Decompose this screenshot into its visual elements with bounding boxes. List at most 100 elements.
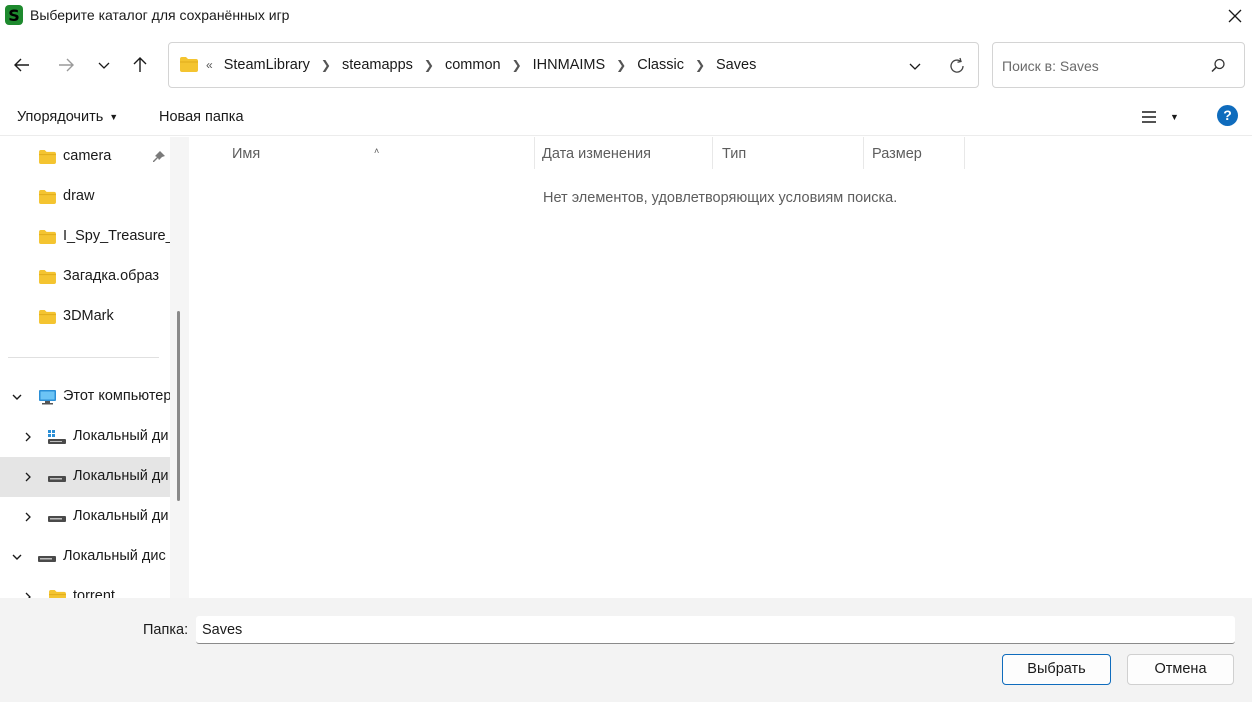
caret-down-icon: ▼ (1170, 112, 1179, 122)
window-title: Выберите каталог для сохранённых игр (30, 7, 290, 23)
column-header-label: Тип (722, 146, 747, 162)
sort-ascending-icon: ˄ (374, 146, 380, 156)
cancel-button[interactable]: Отмена (1127, 654, 1234, 685)
folder-icon (180, 57, 198, 72)
select-folder-button[interactable]: Выбрать (1002, 654, 1111, 685)
list-view-icon (1142, 111, 1156, 123)
sidebar-item-label: Локальный ди (73, 428, 169, 444)
chevron-down-icon[interactable] (10, 390, 24, 404)
chevron-right-icon[interactable] (21, 470, 35, 484)
folder-icon (39, 309, 56, 325)
command-bar: Упорядочить ▼ Новая папка ▼ ? (0, 98, 1252, 136)
sidebar-item-drive-expanded[interactable]: Локальный дис (0, 537, 170, 577)
drive-icon (48, 516, 66, 522)
sidebar-item-label: torrent (73, 588, 115, 598)
sidebar-item-label: Загадка.образ (63, 268, 160, 284)
column-header-label: Имя (232, 146, 261, 162)
sidebar-item-label: draw (63, 188, 95, 204)
sidebar-divider (8, 357, 159, 358)
chevron-right-icon[interactable]: ❯ (616, 58, 626, 72)
chevron-right-icon[interactable] (21, 510, 35, 524)
column-header-name[interactable]: ˄ Имя (190, 137, 534, 169)
arrow-right-icon (59, 58, 74, 72)
chevron-right-icon[interactable]: ❯ (424, 58, 434, 72)
address-bar[interactable]: « SteamLibrary ❯ steamapps ❯ common ❯ IH… (168, 42, 979, 88)
chevron-right-icon[interactable] (21, 430, 35, 444)
search-input[interactable] (1002, 55, 1202, 77)
sidebar-item-3dmark[interactable]: 3DMark (0, 297, 170, 337)
column-header-label: Дата изменения (542, 146, 651, 162)
empty-message: Нет элементов, удовлетворяющих условиям … (543, 190, 898, 206)
computer-icon (39, 390, 56, 405)
folder-icon (39, 269, 56, 285)
navigation-bar: « SteamLibrary ❯ steamapps ❯ common ❯ IH… (0, 32, 1252, 98)
close-button[interactable] (1222, 3, 1248, 29)
sidebar-item-label: Этот компьютер (63, 388, 170, 404)
column-header-label: Размер (872, 146, 922, 162)
new-folder-button[interactable]: Новая папка (159, 109, 244, 125)
chevron-down-icon (98, 62, 110, 69)
view-options-button[interactable]: ▼ (1140, 106, 1186, 128)
help-icon: ? (1223, 107, 1232, 123)
help-button[interactable]: ? (1217, 105, 1238, 126)
sidebar-item-drive-system[interactable]: Локальный ди (0, 417, 170, 457)
column-header-type[interactable]: Тип (713, 137, 863, 169)
sidebar-scrollbar-thumb[interactable] (177, 311, 180, 501)
sidebar-item-label: I_Spy_Treasure_H (63, 228, 170, 244)
search-box[interactable] (992, 42, 1245, 88)
folder-label: Папка: (143, 622, 189, 638)
folder-icon (39, 189, 56, 205)
sidebar-item-camera[interactable]: camera (0, 137, 170, 177)
sidebar-item-i-spy[interactable]: I_Spy_Treasure_H (0, 217, 170, 257)
breadcrumb-item[interactable]: steamapps (342, 57, 413, 73)
forward-button[interactable] (52, 51, 80, 79)
recent-locations-button[interactable] (90, 51, 118, 79)
breadcrumb-item[interactable]: SteamLibrary (224, 57, 310, 73)
folder-icon (49, 589, 66, 598)
sidebar-item-label: camera (63, 148, 112, 164)
chevron-right-icon[interactable]: ❯ (512, 58, 522, 72)
column-header-date[interactable]: Дата изменения (535, 137, 712, 169)
column-header-size[interactable]: Размер (864, 137, 964, 169)
folder-name-input[interactable] (196, 616, 1235, 644)
search-icon[interactable] (1209, 57, 1227, 75)
up-button[interactable] (126, 51, 154, 79)
refresh-icon[interactable] (947, 56, 967, 76)
sidebar-item-drive[interactable]: Локальный ди (0, 497, 170, 537)
drive-icon (38, 556, 56, 562)
folder-icon (39, 229, 56, 245)
pin-icon[interactable] (152, 150, 166, 164)
column-separator[interactable] (964, 137, 965, 169)
arrow-up-icon (133, 57, 147, 72)
address-history-chevron-icon[interactable] (907, 58, 923, 74)
file-list: ˄ Имя Дата изменения Тип Размер Нет элем… (190, 137, 1252, 598)
close-icon (1228, 9, 1242, 23)
arrow-left-icon (14, 58, 29, 72)
sidebar-item-zagadka[interactable]: Загадка.образ (0, 257, 170, 297)
breadcrumb-item[interactable]: Classic (637, 57, 684, 73)
breadcrumb-overflow[interactable]: « (206, 58, 213, 72)
breadcrumb-item[interactable]: Saves (716, 57, 756, 73)
sidebar-item-this-pc[interactable]: Этот компьютер (0, 377, 170, 417)
sidebar-item-drive-selected[interactable]: Локальный ди (0, 457, 170, 497)
chevron-down-icon[interactable] (10, 550, 24, 564)
back-button[interactable] (8, 51, 36, 79)
breadcrumb-item[interactable]: IHNMAIMS (533, 57, 606, 73)
sidebar-item-label: 3DMark (63, 308, 114, 324)
new-folder-label: Новая папка (159, 109, 244, 125)
sidebar-item-label: Локальный дис (63, 548, 166, 564)
organize-label: Упорядочить (17, 109, 104, 125)
svg-text:S: S (8, 6, 20, 25)
sidebar-item-label: Локальный ди (73, 508, 169, 524)
chevron-right-icon[interactable] (21, 590, 35, 598)
chevron-right-icon[interactable]: ❯ (695, 58, 705, 72)
navigation-pane: camera draw I_Spy_Treasure_H Загадка.обр… (0, 137, 189, 598)
organize-button[interactable]: Упорядочить ▼ (17, 109, 118, 125)
sidebar-item-torrent[interactable]: torrent (0, 577, 170, 598)
sidebar-item-draw[interactable]: draw (0, 177, 170, 217)
caret-down-icon: ▼ (109, 112, 119, 122)
breadcrumb-item[interactable]: common (445, 57, 501, 73)
sidebar-item-label: Локальный ди (73, 468, 169, 484)
chevron-right-icon[interactable]: ❯ (321, 58, 331, 72)
dialog-footer: Папка: Выбрать Отмена (0, 598, 1252, 702)
